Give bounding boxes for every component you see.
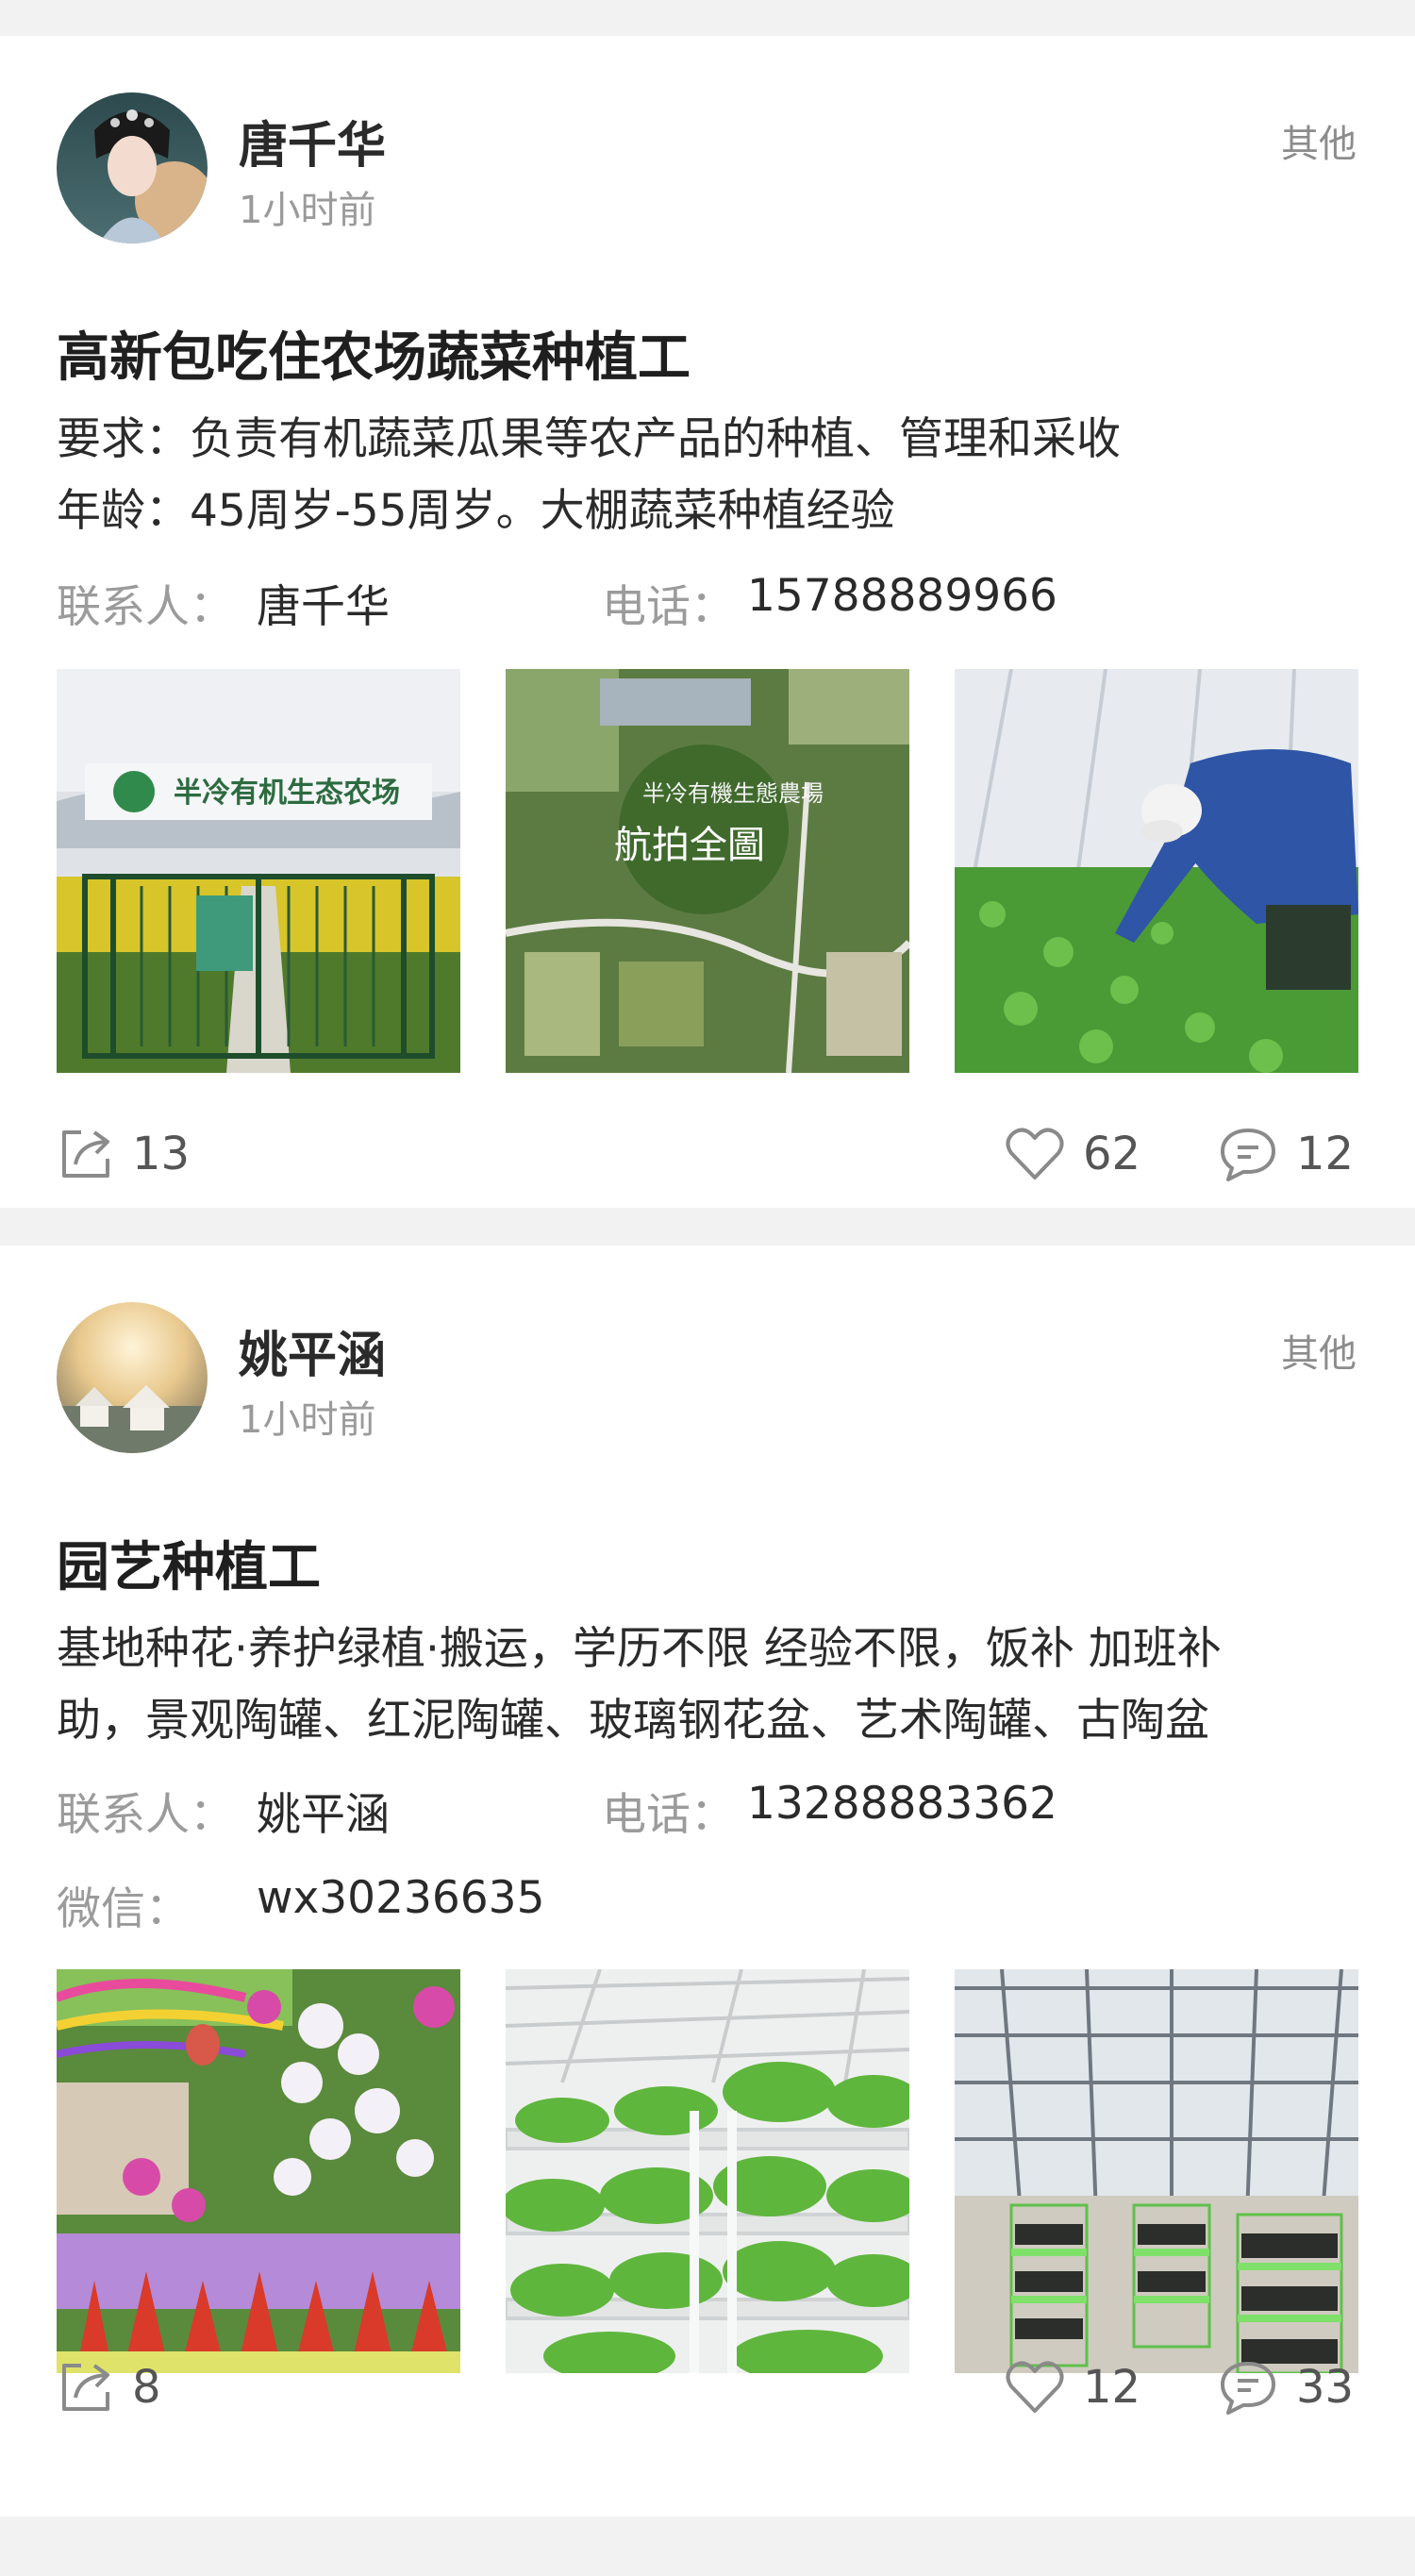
username[interactable]: 唐千华 [239, 106, 386, 176]
top-spacer [0, 0, 1415, 36]
avatar[interactable] [57, 1302, 208, 1453]
card-divider [0, 1208, 1415, 1246]
post-body-line: 年龄：45周岁-55周岁。大棚蔬菜种植经验 [57, 485, 895, 537]
comment-action[interactable]: 12 [1217, 1121, 1354, 1187]
phone-number[interactable]: 15788889966 [747, 570, 1057, 622]
heart-icon [1006, 1128, 1064, 1179]
post-title[interactable]: 高新包吃住农场蔬菜种植工 [57, 315, 691, 392]
comment-action[interactable]: 33 [1217, 2354, 1354, 2420]
share-count: 8 [132, 2361, 161, 2414]
post-card[interactable]: 姚平涵 1小时前 其他 园艺种植工 基地种花·养护绿植·搬运，学历不限 经验不限… [0, 1246, 1415, 2517]
photo-aerial-farm[interactable]: 半冷有機生態農場 航拍全圖 [506, 669, 909, 1073]
phone-label: 电话： [602, 581, 735, 633]
post-body: 基地种花·养护绿植·搬运，学历不限 经验不限，饭补 加班补 助，景观陶罐、红泥陶… [57, 1614, 1368, 1757]
post-body-line: 基地种花·养护绿植·搬运，学历不限 经验不限，饭补 加班补 [57, 1623, 1222, 1675]
comment-icon [1221, 2362, 1275, 2415]
post-time: 1小时前 [239, 1398, 376, 1442]
contact-label: 联系人： [57, 1789, 234, 1841]
comment-count: 12 [1296, 1128, 1355, 1180]
other-menu-button[interactable]: 其他 [1281, 113, 1357, 168]
share-icon [62, 2364, 109, 2411]
share-action[interactable]: 8 [57, 2354, 161, 2420]
avatar[interactable] [57, 92, 208, 243]
contact-name: 唐千华 [257, 581, 390, 633]
farm-sign-text: 半冷有机生态农场 [174, 777, 400, 810]
post-body-line: 要求：负责有机蔬菜瓜果等农产品的种植、管理和采收 [57, 413, 1121, 465]
contact-name: 姚平涵 [257, 1789, 390, 1841]
post-body-line: 助，景观陶罐、红泥陶罐、玻璃钢花盆、艺术陶罐、古陶盆 [57, 1695, 1209, 1747]
wechat-label: 微信： [57, 1883, 190, 1935]
photo-hydroponic-rack[interactable] [506, 1969, 909, 2373]
other-menu-button[interactable]: 其他 [1281, 1323, 1357, 1378]
aerial-caption-top: 半冷有機生態農場 [642, 780, 824, 807]
like-action[interactable]: 62 [1004, 1121, 1140, 1187]
like-action[interactable]: 12 [1004, 2354, 1140, 2420]
photo-farm-gate[interactable]: 半冷有机生态农场 [57, 669, 460, 1073]
aerial-caption-main: 航拍全圖 [614, 824, 765, 867]
comment-count: 33 [1296, 2361, 1355, 2414]
comment-icon [1221, 1129, 1275, 1181]
feed: 唐千华 1小时前 其他 高新包吃住农场蔬菜种植工 要求：负责有机蔬菜瓜果等农产品… [0, 0, 1415, 2576]
username[interactable]: 姚平涵 [239, 1315, 386, 1386]
post-body: 要求：负责有机蔬菜瓜果等农产品的种植、管理和采收 年龄：45周岁-55周岁。大棚… [57, 404, 1368, 547]
photo-worker-in-field[interactable] [955, 669, 1358, 1073]
photo-flower-display[interactable] [57, 1969, 460, 2373]
wechat-id[interactable]: wx30236635 [257, 1872, 544, 1924]
like-count: 62 [1083, 1128, 1141, 1180]
share-count: 13 [132, 1128, 191, 1180]
post-time: 1小时前 [239, 189, 376, 232]
contact-label: 联系人： [57, 581, 234, 633]
share-action[interactable]: 13 [57, 1121, 190, 1187]
heart-icon [1006, 2361, 1064, 2413]
post-title[interactable]: 园艺种植工 [57, 1525, 321, 1601]
photo-greenhouse-interior[interactable] [955, 1969, 1358, 2373]
phone-label: 电话： [602, 1789, 735, 1841]
like-count: 12 [1083, 2361, 1141, 2414]
share-icon [62, 1130, 109, 1178]
bottom-spacer [0, 2517, 1415, 2576]
post-card[interactable]: 唐千华 1小时前 其他 高新包吃住农场蔬菜种植工 要求：负责有机蔬菜瓜果等农产品… [0, 36, 1415, 1208]
phone-number[interactable]: 13288883362 [747, 1778, 1057, 1830]
